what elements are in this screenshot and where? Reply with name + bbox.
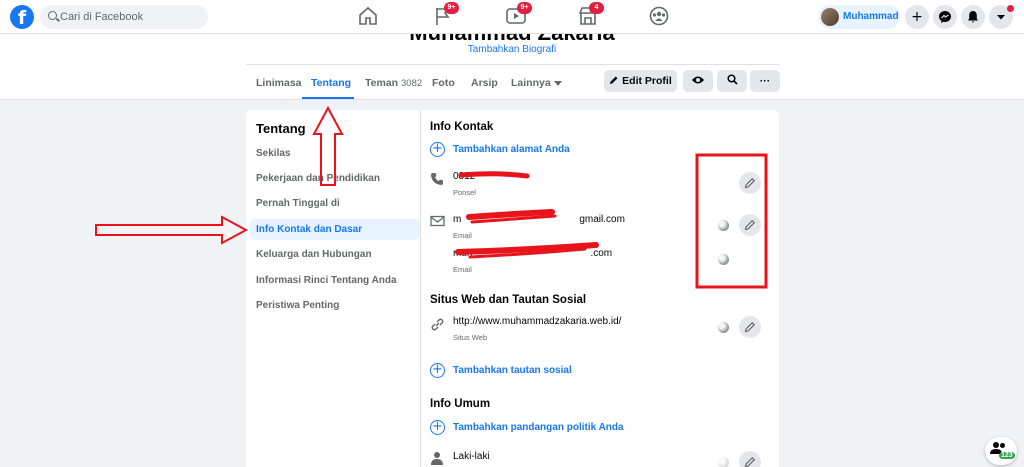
- about-item-life-events[interactable]: Peristiwa Penting: [246, 295, 416, 316]
- tab-photos[interactable]: Foto: [432, 77, 455, 89]
- arrow-right-icon: [95, 215, 249, 245]
- notifications-button[interactable]: [961, 5, 985, 29]
- messenger-icon: [939, 11, 951, 23]
- profile-shortcut-button[interactable]: Muhammad: [818, 5, 900, 29]
- website-label: Situs Web: [453, 333, 488, 342]
- friends-count: 3082: [401, 78, 423, 89]
- about-sidebar: Tentang Sekilas Pekerjaan dan Pendidikan…: [246, 110, 420, 467]
- edit-gender-button[interactable]: [739, 451, 761, 467]
- search-box[interactable]: [40, 5, 208, 29]
- about-content: Info Kontak + Tambahkan alamat Anda 0812…: [421, 110, 779, 467]
- about-item-work-education[interactable]: Pekerjaan dan Pendidikan: [246, 168, 416, 189]
- plus-icon: +: [911, 9, 923, 25]
- divider: [246, 64, 780, 65]
- about-item-details[interactable]: Informasi Rinci Tentang Anda: [246, 270, 416, 291]
- envelope-icon: [430, 215, 446, 231]
- nav-marketplace-button[interactable]: 4: [577, 2, 604, 26]
- add-politics-label: Tambahkan pandangan politik Anda: [453, 422, 624, 433]
- nav-watch-button[interactable]: 9+: [505, 2, 532, 26]
- phone-icon: [430, 172, 446, 188]
- more-options-button[interactable]: ···: [750, 70, 780, 92]
- about-item-contact-basic-info[interactable]: Info Kontak dan Dasar: [250, 219, 420, 240]
- active-tab-indicator: [302, 97, 354, 99]
- link-icon: [430, 317, 446, 333]
- nav-home-button[interactable]: [357, 6, 379, 26]
- globe-icon[interactable]: [718, 322, 729, 333]
- contacts-button[interactable]: 123: [985, 437, 1017, 465]
- email-value: m gmail.com: [453, 214, 625, 225]
- chevron-down-icon: [997, 15, 1005, 20]
- add-address-label: Tambahkan alamat Anda: [453, 144, 570, 155]
- create-button[interactable]: +: [905, 5, 929, 29]
- profile-name: Muhammad: [843, 11, 899, 22]
- top-navigation-bar: f 9+ 9+ 4 Muhammad +: [0, 0, 1024, 34]
- add-social-label: Tambahkan tautan sosial: [453, 365, 572, 376]
- notification-badge: 4: [589, 2, 604, 14]
- person-icon: [430, 451, 446, 467]
- pencil-icon: [744, 321, 756, 333]
- account-menu-button[interactable]: [989, 5, 1014, 29]
- phone-label: Ponsel: [453, 188, 476, 197]
- add-bio-link[interactable]: Tambahkan Biografi: [0, 44, 1024, 55]
- pencil-icon: [744, 177, 756, 189]
- nav-groups-button[interactable]: [648, 6, 670, 26]
- eye-icon: [692, 76, 704, 84]
- phone-value: 0812: [453, 171, 476, 182]
- globe-icon[interactable]: [718, 254, 729, 265]
- email-value: muh .com: [453, 248, 613, 259]
- caret-down-icon: [553, 80, 562, 86]
- search-icon: [48, 11, 57, 20]
- globe-icon[interactable]: [718, 457, 729, 467]
- home-icon: [359, 6, 377, 25]
- websites-heading: Situs Web dan Tautan Sosial: [430, 294, 587, 306]
- contacts-count-badge: 123: [999, 452, 1015, 459]
- avatar: [821, 8, 839, 26]
- search-profile-button[interactable]: [717, 70, 747, 92]
- about-item-overview[interactable]: Sekilas: [246, 143, 416, 164]
- basic-info-heading: Info Umum: [430, 398, 491, 410]
- notification-badge: 9+: [444, 2, 459, 14]
- tab-timeline[interactable]: Linimasa: [256, 77, 302, 89]
- view-as-button[interactable]: [683, 70, 713, 92]
- edit-profile-button[interactable]: Edit Profil: [604, 70, 677, 92]
- edit-phone-button[interactable]: [739, 172, 761, 194]
- notification-badge: 9+: [517, 2, 532, 14]
- website-value[interactable]: http://www.muhammadzakaria.web.id/: [453, 316, 621, 327]
- edit-website-button[interactable]: [739, 316, 761, 338]
- tab-more[interactable]: Lainnya: [511, 77, 562, 89]
- nav-pages-button[interactable]: 9+: [432, 2, 459, 26]
- bell-icon: [968, 11, 978, 23]
- search-input[interactable]: [60, 5, 200, 29]
- email-label: Email: [453, 265, 472, 274]
- about-title: Tentang: [256, 121, 306, 136]
- contact-info-heading: Info Kontak: [430, 121, 494, 133]
- edit-profile-label: Edit Profil: [622, 75, 672, 87]
- about-item-places-lived[interactable]: Pernah Tinggal di: [246, 193, 416, 214]
- pencil-icon: [610, 76, 618, 84]
- tab-friends[interactable]: Teman 3082: [365, 77, 422, 89]
- tab-archive[interactable]: Arsip: [471, 77, 498, 89]
- notification-dot: [1007, 5, 1014, 12]
- profile-header: Muhammad Zakaria Tambahkan Biografi Lini…: [0, 34, 1024, 100]
- search-icon: [726, 74, 738, 85]
- plus-circle-icon: +: [430, 363, 445, 378]
- plus-circle-icon: +: [430, 420, 445, 435]
- globe-icon[interactable]: [718, 220, 729, 231]
- email-label: Email: [453, 231, 472, 240]
- about-item-family-relationships[interactable]: Keluarga dan Hubungan: [246, 244, 416, 265]
- tab-label: Teman: [365, 77, 399, 89]
- pencil-icon: [744, 219, 756, 231]
- tab-label: Lainnya: [511, 77, 551, 89]
- tab-about[interactable]: Tentang: [311, 77, 351, 89]
- messenger-button[interactable]: [933, 5, 957, 29]
- more-icon: ···: [759, 75, 771, 87]
- plus-circle-icon: +: [430, 142, 445, 157]
- gender-value: Laki-laki: [453, 451, 490, 462]
- facebook-logo-icon[interactable]: f: [10, 5, 34, 29]
- pencil-icon: [744, 456, 756, 467]
- edit-email-button[interactable]: [739, 214, 761, 236]
- groups-icon: [649, 6, 669, 26]
